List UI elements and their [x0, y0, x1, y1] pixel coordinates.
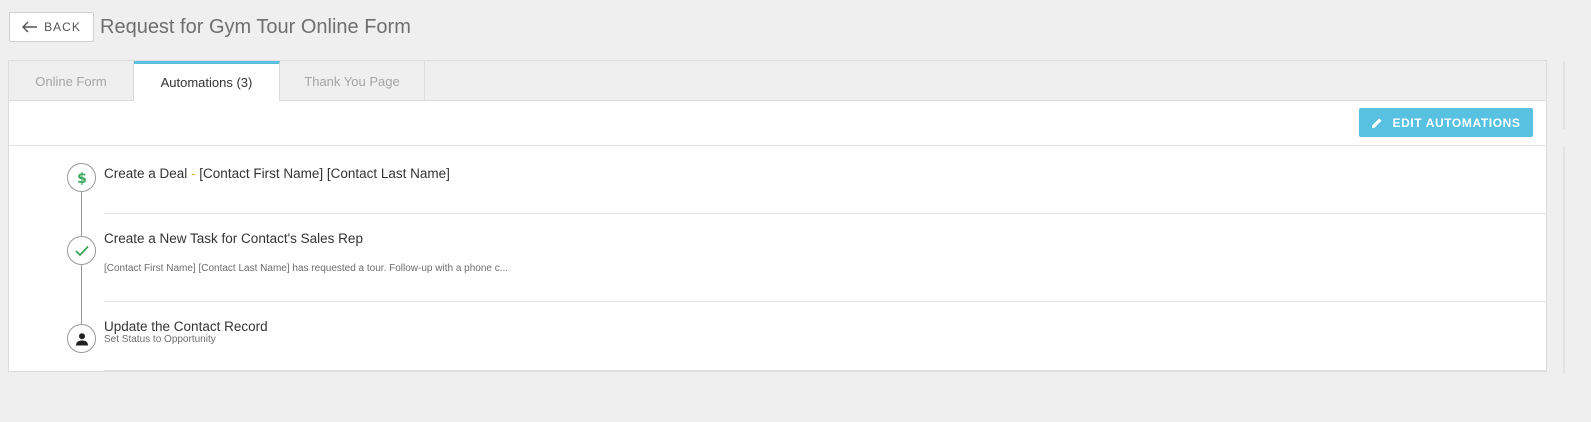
person-icon: [75, 332, 88, 345]
automation-node-deal: $: [67, 163, 96, 192]
main-panel: Online Form Automations (3) Thank You Pa…: [8, 60, 1547, 372]
toolbar: EDIT AUTOMATIONS: [9, 101, 1546, 146]
automation-node-task: [67, 236, 96, 265]
tab-online-form[interactable]: Online Form: [9, 61, 134, 101]
automation-title: Update the Contact Record: [104, 319, 268, 334]
page-header: BACK Request for Gym Tour Online Form: [9, 12, 411, 42]
edit-automations-label: EDIT AUTOMATIONS: [1392, 115, 1521, 130]
pencil-icon: [1372, 117, 1383, 128]
automation-item-deal[interactable]: Create a Deal - [Contact First Name] [Co…: [104, 166, 1546, 214]
automation-title: Create a New Task for Contact's Sales Re…: [104, 231, 363, 246]
svg-text:$: $: [77, 171, 87, 186]
dollar-icon: $: [77, 171, 87, 186]
back-button[interactable]: BACK: [9, 12, 94, 42]
deal-title-prefix: Create a Deal: [104, 166, 188, 181]
automation-node-contact: [67, 324, 96, 353]
automation-subtitle: Set Status to Opportunity: [104, 334, 216, 345]
edit-automations-button[interactable]: EDIT AUTOMATIONS: [1359, 108, 1533, 137]
page-title: Request for Gym Tour Online Form: [100, 15, 411, 38]
automation-subtitle: [Contact First Name] [Contact Last Name]…: [104, 263, 509, 274]
deal-title-suffix: [Contact First Name] [Contact Last Name]: [199, 166, 450, 181]
deal-title-separator: -: [187, 166, 200, 181]
tab-thank-you-page[interactable]: Thank You Page: [280, 61, 425, 101]
back-label: BACK: [44, 20, 81, 34]
tab-automations[interactable]: Automations (3): [134, 61, 280, 101]
automation-item-task[interactable]: Create a New Task for Contact's Sales Re…: [104, 214, 1546, 302]
tab-bar: Online Form Automations (3) Thank You Pa…: [9, 61, 1546, 101]
automation-timeline: $ Create a Deal - [Contact First Name] […: [9, 146, 1546, 371]
arrow-left-icon: [22, 21, 38, 33]
automation-item-contact[interactable]: Update the Contact Record Set Status to …: [104, 302, 1546, 371]
side-panel-edge: [1563, 147, 1565, 373]
side-panel-edge: [1563, 61, 1565, 129]
check-icon: [74, 245, 89, 256]
automation-title: Create a Deal - [Contact First Name] [Co…: [104, 166, 1546, 181]
